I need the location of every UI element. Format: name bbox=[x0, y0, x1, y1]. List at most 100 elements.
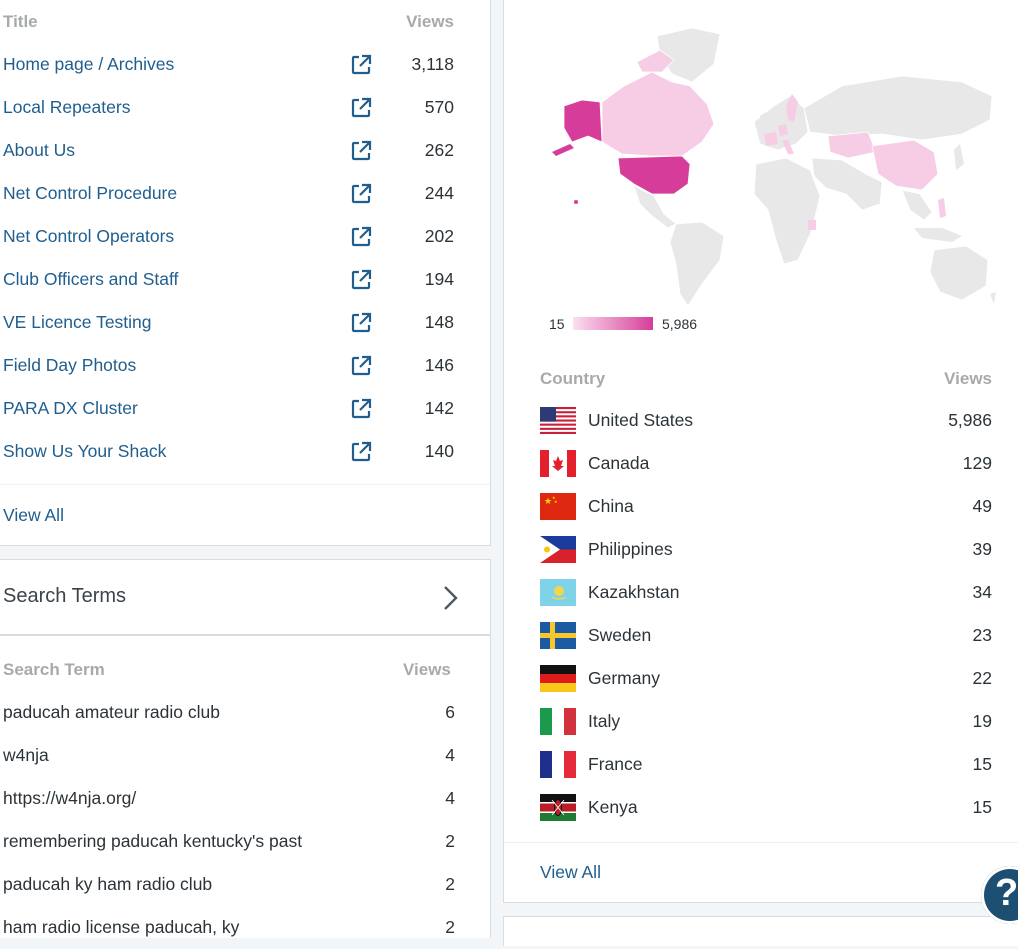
post-row: Net Control Procedure 244 bbox=[0, 172, 490, 215]
country-views: 15 bbox=[972, 797, 992, 817]
posts-panel: Title Views Home page / Archives 3,118 L… bbox=[0, 0, 491, 546]
column-header-search-term: Search Term bbox=[3, 660, 105, 679]
country-name: United States bbox=[588, 410, 694, 430]
external-link-icon[interactable] bbox=[349, 354, 373, 378]
chevron-right-icon[interactable] bbox=[440, 584, 462, 612]
germany-flag-icon bbox=[540, 665, 576, 692]
us-flag-icon bbox=[540, 407, 576, 434]
post-title-link[interactable]: Show Us Your Shack bbox=[3, 430, 166, 473]
country-views: 49 bbox=[972, 496, 992, 516]
post-row: PARA DX Cluster 142 bbox=[0, 387, 490, 430]
search-term: remembering paducah kentucky's past bbox=[3, 831, 303, 851]
search-term-views: 4 bbox=[445, 788, 455, 808]
country-views: 5,986 bbox=[948, 410, 992, 430]
post-row: Home page / Archives 3,118 bbox=[0, 43, 490, 86]
search-term: w4nja bbox=[3, 745, 49, 765]
kenya-flag-icon bbox=[540, 794, 576, 821]
country-views: 19 bbox=[972, 711, 992, 731]
search-term-views: 4 bbox=[445, 745, 455, 765]
country-row: Kenya 15 bbox=[504, 786, 1018, 829]
divider bbox=[0, 634, 491, 636]
column-header-views: Views bbox=[403, 660, 451, 679]
svg-text:★: ★ bbox=[544, 497, 552, 507]
post-title-link[interactable]: Net Control Procedure bbox=[3, 172, 177, 215]
search-terms-title[interactable]: Search Terms bbox=[3, 585, 126, 608]
post-views: 570 bbox=[424, 97, 454, 117]
country-views: 129 bbox=[962, 453, 992, 473]
countries-panel: 15 5,986 Country Views United States 5,9… bbox=[503, 0, 1018, 903]
post-title-link[interactable]: About Us bbox=[3, 129, 75, 172]
search-term-views: 2 bbox=[445, 874, 455, 894]
external-link-icon[interactable] bbox=[349, 53, 373, 77]
country-row: United States 5,986 bbox=[504, 399, 1018, 442]
country-name: Sweden bbox=[588, 625, 652, 645]
search-term-views: 2 bbox=[445, 831, 455, 851]
external-link-icon[interactable] bbox=[349, 311, 373, 335]
world-map bbox=[542, 24, 1002, 309]
country-row: Canada 129 bbox=[504, 442, 1018, 485]
country-name: Canada bbox=[588, 453, 650, 473]
philippines-flag-icon bbox=[540, 536, 576, 563]
country-name: Philippines bbox=[588, 539, 673, 559]
post-title-link[interactable]: Local Repeaters bbox=[3, 86, 130, 129]
country-name: China bbox=[588, 496, 634, 516]
post-views: 202 bbox=[424, 226, 454, 246]
post-views: 142 bbox=[424, 398, 454, 418]
search-term-row: w4nja 4 bbox=[0, 734, 491, 777]
external-link-icon[interactable] bbox=[349, 96, 373, 120]
post-views: 3,118 bbox=[411, 54, 455, 74]
post-title-link[interactable]: Field Day Photos bbox=[3, 344, 136, 387]
post-title-link[interactable]: VE Licence Testing bbox=[3, 301, 152, 344]
divider bbox=[0, 484, 490, 485]
post-views: 148 bbox=[424, 312, 454, 332]
country-row: ★ ★ ★ China 49 bbox=[504, 485, 1018, 528]
country-views: 34 bbox=[972, 582, 992, 602]
country-views: 22 bbox=[972, 668, 992, 688]
external-link-icon[interactable] bbox=[349, 397, 373, 421]
search-term: paducah ky ham radio club bbox=[3, 874, 213, 894]
search-term-views: 6 bbox=[445, 702, 455, 722]
country-name: Kazakhstan bbox=[588, 582, 680, 602]
posts-view-all-link[interactable]: View All bbox=[3, 505, 64, 526]
search-term: ham radio license paducah, ky bbox=[3, 917, 240, 937]
map-country-france bbox=[764, 132, 778, 146]
external-link-icon[interactable] bbox=[349, 225, 373, 249]
column-header-country: Country bbox=[540, 369, 606, 388]
external-link-icon[interactable] bbox=[349, 139, 373, 163]
sweden-flag-icon bbox=[540, 622, 576, 649]
country-name: Italy bbox=[588, 711, 621, 731]
post-title-link[interactable]: Club Officers and Staff bbox=[3, 258, 178, 301]
country-name: Germany bbox=[588, 668, 660, 688]
external-link-icon[interactable] bbox=[349, 182, 373, 206]
post-views: 146 bbox=[424, 355, 454, 375]
post-row: About Us 262 bbox=[0, 129, 490, 172]
search-term-row: paducah amateur radio club 6 bbox=[0, 691, 491, 734]
post-views: 244 bbox=[424, 183, 454, 203]
svg-text:★: ★ bbox=[554, 499, 558, 504]
post-views: 194 bbox=[424, 269, 454, 289]
search-term-row: ham radio license paducah, ky 2 bbox=[0, 906, 491, 949]
country-name: Kenya bbox=[588, 797, 638, 817]
post-row: VE Licence Testing 148 bbox=[0, 301, 490, 344]
post-row: Show Us Your Shack 140 bbox=[0, 430, 490, 473]
map-legend-min: 15 bbox=[549, 316, 565, 332]
post-title-link[interactable]: Home page / Archives bbox=[3, 43, 174, 86]
post-title-link[interactable]: PARA DX Cluster bbox=[3, 387, 138, 430]
help-label: ? bbox=[995, 872, 1018, 914]
external-link-icon[interactable] bbox=[349, 268, 373, 292]
country-row: Italy 19 bbox=[504, 700, 1018, 743]
country-row: Sweden 23 bbox=[504, 614, 1018, 657]
post-views: 140 bbox=[424, 441, 454, 461]
map-country-alaska bbox=[563, 99, 603, 143]
search-term-row: paducah ky ham radio club 2 bbox=[0, 863, 491, 906]
map-legend-max: 5,986 bbox=[662, 316, 698, 332]
external-link-icon[interactable] bbox=[349, 440, 373, 464]
country-views: 39 bbox=[972, 539, 992, 559]
next-panel bbox=[503, 916, 1018, 946]
france-flag-icon bbox=[540, 751, 576, 778]
post-title-link[interactable]: Net Control Operators bbox=[3, 215, 174, 258]
map-legend-gradient bbox=[573, 317, 653, 330]
china-flag-icon: ★ ★ ★ bbox=[540, 493, 576, 520]
search-term: paducah amateur radio club bbox=[3, 702, 220, 722]
countries-view-all-link[interactable]: View All bbox=[540, 862, 601, 883]
